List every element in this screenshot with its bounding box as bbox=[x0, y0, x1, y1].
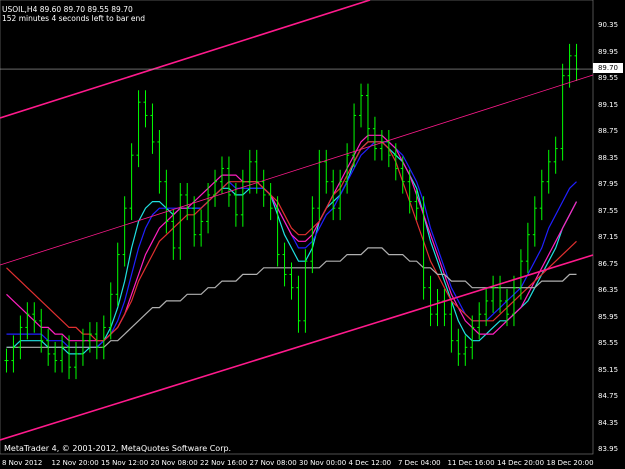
price-bar bbox=[338, 169, 343, 221]
price-bar bbox=[240, 169, 245, 227]
price-tick: 86.75 bbox=[598, 259, 619, 268]
price-bar bbox=[192, 196, 197, 247]
date-tick: 22 Nov 16:00 bbox=[200, 459, 248, 467]
price-bar bbox=[18, 315, 23, 360]
price-bar bbox=[470, 315, 475, 360]
price-bar bbox=[115, 242, 120, 307]
bar-timer: 152 minutes 4 seconds left to bar end bbox=[2, 14, 146, 23]
price-bar bbox=[560, 63, 565, 161]
current-price-label: 89.70 bbox=[593, 63, 623, 73]
ma-blue-line bbox=[6, 141, 577, 348]
price-bar bbox=[553, 136, 558, 174]
price-bar bbox=[498, 275, 503, 313]
price-bar bbox=[518, 249, 523, 300]
price-bar bbox=[122, 196, 127, 267]
date-tick: 7 Dec 04:00 bbox=[398, 459, 441, 467]
price-bar bbox=[32, 302, 37, 333]
price-bar bbox=[143, 90, 148, 128]
price-tick: 84.75 bbox=[598, 392, 619, 400]
price-bar bbox=[171, 209, 176, 260]
price-bar bbox=[268, 183, 273, 221]
date-tick: 11 Dec 16:00 bbox=[447, 459, 495, 467]
price-bar bbox=[372, 116, 377, 161]
price-bar bbox=[324, 149, 329, 194]
price-bar bbox=[428, 275, 433, 327]
price-tick: 89.95 bbox=[598, 47, 619, 56]
ma-magenta-line bbox=[6, 134, 578, 342]
price-tick: 89.55 bbox=[598, 74, 619, 82]
date-tick: 27 Nov 08:00 bbox=[249, 459, 297, 467]
price-tick: 83.95 bbox=[598, 445, 619, 453]
price-tick: 87.15 bbox=[598, 233, 619, 241]
price-bar bbox=[365, 83, 370, 141]
price-bar bbox=[442, 289, 447, 327]
price-bar bbox=[345, 143, 350, 194]
symbol-info: USOIL,H4 89.60 89.70 89.55 89.70 bbox=[2, 5, 133, 14]
price-bar bbox=[129, 143, 134, 221]
price-bar bbox=[164, 169, 169, 234]
price-bar bbox=[4, 348, 9, 373]
price-tick: 84.35 bbox=[598, 418, 619, 427]
date-tick: 30 Nov 00:00 bbox=[299, 459, 347, 467]
price-bar bbox=[511, 275, 516, 327]
price-bar bbox=[178, 183, 183, 260]
channel-middle-line[interactable] bbox=[0, 74, 594, 266]
price-bar bbox=[574, 43, 579, 81]
price-bar bbox=[463, 335, 468, 366]
price-tick: 88.35 bbox=[598, 153, 619, 162]
copyright-text: MetaTrader 4, © 2001-2012, MetaQuotes So… bbox=[4, 444, 232, 453]
price-bar bbox=[400, 156, 405, 194]
chart-window[interactable]: USOIL,H4 89.60 89.70 89.55 89.70 152 min… bbox=[0, 0, 625, 469]
price-bar bbox=[525, 222, 530, 274]
price-bar bbox=[39, 308, 44, 353]
price-bar bbox=[213, 169, 218, 207]
price-bar bbox=[296, 275, 301, 333]
date-tick: 20 Nov 08:00 bbox=[150, 459, 198, 467]
price-bar bbox=[310, 196, 315, 274]
price-bar bbox=[254, 149, 259, 194]
price-bar bbox=[53, 342, 58, 373]
date-tick: 14 Dec 20:00 bbox=[497, 459, 545, 467]
date-tick: 18 Dec 20:00 bbox=[546, 459, 594, 467]
price-bar bbox=[449, 302, 454, 353]
price-bar bbox=[491, 275, 496, 313]
price-bar bbox=[67, 335, 72, 380]
price-bar bbox=[247, 149, 252, 194]
price-tick: 88.75 bbox=[598, 127, 619, 135]
price-tick: 85.55 bbox=[598, 339, 619, 347]
price-bar bbox=[359, 83, 364, 128]
price-bar bbox=[199, 209, 204, 247]
price-bar bbox=[282, 242, 287, 287]
price-bar bbox=[532, 196, 537, 247]
price-tick: 87.55 bbox=[598, 206, 619, 215]
price-bar bbox=[331, 169, 336, 221]
date-tick: 4 Dec 12:00 bbox=[348, 459, 392, 467]
price-bar bbox=[567, 43, 572, 88]
price-chart[interactable] bbox=[0, 0, 625, 469]
price-bar bbox=[157, 130, 162, 194]
price-tick: 89.15 bbox=[598, 100, 619, 109]
price-tick: 90.35 bbox=[598, 21, 619, 29]
price-tick: 87.95 bbox=[598, 180, 619, 188]
price-bar bbox=[546, 149, 551, 194]
price-bar bbox=[393, 143, 398, 181]
price-bar bbox=[136, 90, 141, 168]
price-tick: 86.35 bbox=[598, 286, 619, 294]
price-bar bbox=[435, 289, 440, 327]
price-bar bbox=[150, 103, 155, 154]
price-bar bbox=[379, 130, 384, 161]
date-tick: 8 Nov 2012 bbox=[2, 459, 43, 467]
ma-cyan-line bbox=[6, 141, 578, 355]
price-bar bbox=[206, 183, 211, 234]
date-tick: 15 Nov 12:00 bbox=[101, 459, 149, 467]
price-bar bbox=[539, 169, 544, 221]
price-bar bbox=[317, 149, 322, 221]
price-tick: 85.15 bbox=[598, 365, 619, 374]
price-bar bbox=[456, 328, 461, 366]
date-tick: 12 Nov 20:00 bbox=[51, 459, 99, 467]
price-bar bbox=[11, 335, 16, 373]
price-bar bbox=[386, 130, 391, 168]
price-tick: 85.95 bbox=[598, 312, 619, 321]
